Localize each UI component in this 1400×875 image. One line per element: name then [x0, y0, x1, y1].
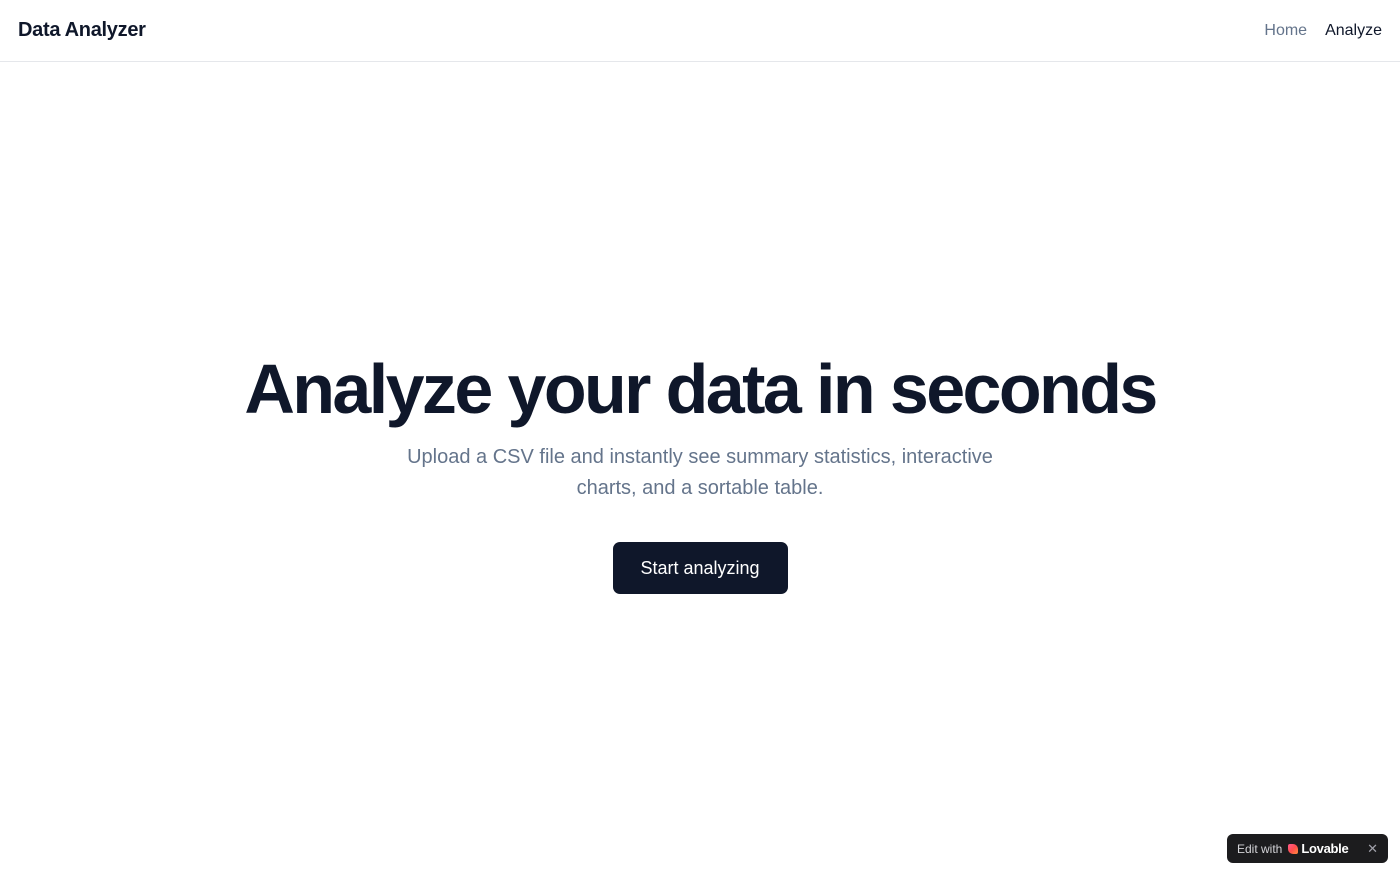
brand-title[interactable]: Data Analyzer	[18, 19, 146, 42]
edit-with-lovable-badge[interactable]: Edit with Lovable ✕	[1227, 834, 1388, 863]
app-root: Data Analyzer Home Analyze Analyze your …	[0, 0, 1400, 875]
lovable-heart-icon	[1288, 843, 1299, 854]
nav-link-analyze[interactable]: Analyze	[1325, 22, 1382, 40]
start-analyzing-button[interactable]: Start analyzing	[612, 542, 788, 594]
hero-subtitle: Upload a CSV file and instantly see summ…	[407, 446, 993, 499]
main-nav: Home Analyze	[1264, 22, 1382, 40]
badge-brand-text: Lovable	[1301, 841, 1349, 856]
top-navbar: Data Analyzer Home Analyze	[0, 0, 1400, 62]
close-icon[interactable]: ✕	[1367, 842, 1378, 855]
hero-title: Analyze your data in seconds	[244, 350, 1158, 428]
nav-link-home[interactable]: Home	[1264, 22, 1307, 40]
badge-edit-text: Edit with	[1237, 841, 1283, 856]
hero-section: Analyze your data in seconds Upload a CS…	[0, 62, 1400, 875]
